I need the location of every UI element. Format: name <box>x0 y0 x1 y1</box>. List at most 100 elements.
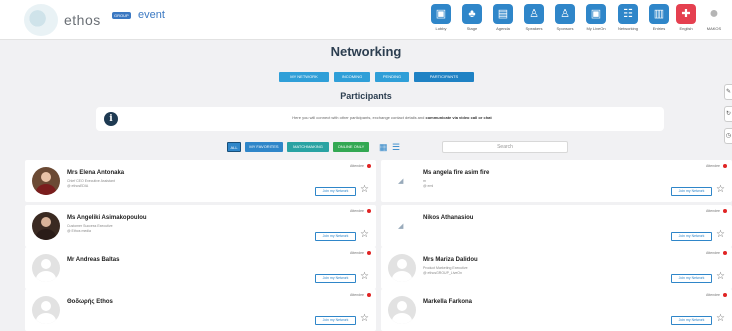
status-dot-icon <box>723 293 727 297</box>
search-input[interactable]: Search <box>442 141 568 153</box>
info-banner: i Here you will connect with other parti… <box>96 107 664 131</box>
join-network-button[interactable]: Join my Network <box>671 232 712 241</box>
participant-company: @ Ethos media <box>67 229 91 233</box>
favorite-star-icon[interactable]: ☆ <box>360 230 369 240</box>
nav-item-lobby[interactable]: ▣ Lobby <box>426 4 456 36</box>
favorite-star-icon[interactable]: ☆ <box>716 272 725 282</box>
avatar: ◢ <box>388 167 416 195</box>
nav-item-language[interactable]: ✚ English <box>671 4 701 36</box>
nav-label: Stage <box>466 26 478 31</box>
participant-card: Ms Angeliki Asimakopoulou Customer Succe… <box>25 205 376 247</box>
participant-company: @ ethosGROUP_LiveOn <box>423 271 462 275</box>
participant-role: Chief CEO Executive Assistant <box>67 179 115 183</box>
clock-icon[interactable]: ◷ <box>724 128 732 144</box>
status-badge: Attendee <box>705 164 720 168</box>
participant-card: ◢ Nikos Athanasiou Attendee Join my Netw… <box>381 205 732 247</box>
participant-card: Markella Farkona Attendee Join my Networ… <box>381 289 732 331</box>
favorite-star-icon[interactable]: ☆ <box>360 272 369 282</box>
participant-role: Customer Success Executive <box>67 224 113 228</box>
join-network-button[interactable]: Join my Network <box>315 187 356 196</box>
participant-name[interactable]: Markella Farkona <box>423 299 472 305</box>
participant-name[interactable]: Mrs Elena Antonaka <box>67 170 124 176</box>
filter-matchmaking[interactable]: MATCHMAKING <box>287 142 329 152</box>
myliveon-icon: ▣ <box>586 4 606 24</box>
nav-label: Agenda <box>496 26 510 31</box>
status-dot-icon <box>723 164 727 168</box>
participant-role: m <box>423 179 426 183</box>
nav-item-stage[interactable]: ♣ Stage <box>457 4 487 36</box>
tab-participants[interactable]: PARTICIPANTS <box>414 72 474 82</box>
avatar <box>32 167 60 195</box>
tab-my-network[interactable]: MY NETWORK <box>279 72 329 82</box>
nav-item-agenda[interactable]: ▤ Agenda <box>488 4 518 36</box>
join-network-button[interactable]: Join my Network <box>315 316 356 325</box>
networking-icon: ☷ <box>618 4 638 24</box>
participant-name[interactable]: Nikos Athanasiou <box>423 215 473 221</box>
filter-all[interactable]: ALL <box>227 142 241 152</box>
page-title: Networking <box>330 44 402 59</box>
filter-online-only[interactable]: ONLINE ONLY <box>333 142 369 152</box>
status-dot-icon <box>367 164 371 168</box>
list-view-icon[interactable]: ☰ <box>392 142 402 152</box>
participant-name[interactable]: Ms Angeliki Asimakopoulou <box>67 215 147 221</box>
status-badge: Attendee <box>349 251 364 255</box>
favorite-star-icon[interactable]: ☆ <box>360 314 369 324</box>
participant-role: Product Marketing Executive <box>423 266 468 270</box>
participant-name[interactable]: Ms angela fire asim fire <box>423 170 489 176</box>
participant-card: Mrs Mariza Dalidou Product Marketing Exe… <box>381 247 732 289</box>
favorite-star-icon[interactable]: ☆ <box>716 230 725 240</box>
participant-name[interactable]: Mrs Mariza Dalidou <box>423 257 478 263</box>
status-dot-icon <box>367 293 371 297</box>
join-network-button[interactable]: Join my Network <box>315 274 356 283</box>
info-text: Here you will connect with other partici… <box>126 115 658 120</box>
participant-name[interactable]: Mr Andreas Baltas <box>67 257 119 263</box>
status-badge: Attendee <box>705 251 720 255</box>
participant-company: @ ethosEDIA <box>67 184 89 188</box>
refresh-icon[interactable]: ↻ <box>724 106 732 122</box>
favorite-star-icon[interactable]: ☆ <box>716 185 725 195</box>
edit-icon[interactable]: ✎ <box>724 84 732 100</box>
avatar <box>388 254 416 282</box>
section-title: Participants <box>340 91 392 101</box>
status-badge: Attendee <box>705 293 720 297</box>
join-network-button[interactable]: Join my Network <box>315 232 356 241</box>
nav-item-profile[interactable]: ● MAKOS <box>699 4 729 36</box>
tab-pending[interactable]: PENDING <box>375 72 409 82</box>
participant-name[interactable]: Θοδωρής Ethos <box>67 299 113 305</box>
nav-item-myliveon[interactable]: ▣ My LiveOn <box>581 4 611 36</box>
participant-card: Mr Andreas Baltas Attendee Join my Netwo… <box>25 247 376 289</box>
nav-item-sponsors[interactable]: ♙ Sponsors <box>550 4 580 36</box>
nav-item-networking[interactable]: ☷ Networking <box>613 4 643 36</box>
agenda-icon: ▤ <box>493 4 513 24</box>
status-badge: Attendee <box>349 209 364 213</box>
tab-incoming[interactable]: INCOMING <box>334 72 370 82</box>
join-network-button[interactable]: Join my Network <box>671 316 712 325</box>
favorite-star-icon[interactable]: ☆ <box>716 314 725 324</box>
avatar <box>32 254 60 282</box>
participant-card: Θοδωρής Ethos Attendee Join my Network ☆ <box>25 289 376 331</box>
nav-item-entries[interactable]: ▥ Entries <box>644 4 674 36</box>
user-profile-icon: ● <box>709 5 719 22</box>
world-map-logo-icon <box>24 4 58 36</box>
nav-label: Networking <box>617 26 638 31</box>
ethos-event-logo[interactable]: ethos GROUP event <box>24 4 174 36</box>
participant-card: ◢ Ms angela fire asim fire m @ eml Atten… <box>381 160 732 202</box>
nav-item-speakers[interactable]: ♙ Speakers <box>519 4 549 36</box>
info-icon: i <box>104 112 118 126</box>
lobby-icon: ▣ <box>431 4 451 24</box>
nav-label: Speakers <box>525 26 543 31</box>
info-text-bold: communicate via video call or chat <box>425 115 492 120</box>
sponsors-icon: ♙ <box>555 4 575 24</box>
avatar <box>32 296 60 324</box>
join-network-button[interactable]: Join my Network <box>671 187 712 196</box>
favorite-star-icon[interactable]: ☆ <box>360 185 369 195</box>
broken-image-icon: ◢ <box>398 178 404 185</box>
nav-label: Lobby <box>435 26 447 31</box>
logo-text: ethos <box>64 12 101 28</box>
filter-my-favorites[interactable]: MY FAVORITES <box>245 142 283 152</box>
status-dot-icon <box>723 209 727 213</box>
avatar: ◢ <box>388 212 416 240</box>
join-network-button[interactable]: Join my Network <box>671 274 712 283</box>
grid-view-icon[interactable]: ▦ <box>379 142 389 152</box>
speakers-icon: ♙ <box>524 4 544 24</box>
